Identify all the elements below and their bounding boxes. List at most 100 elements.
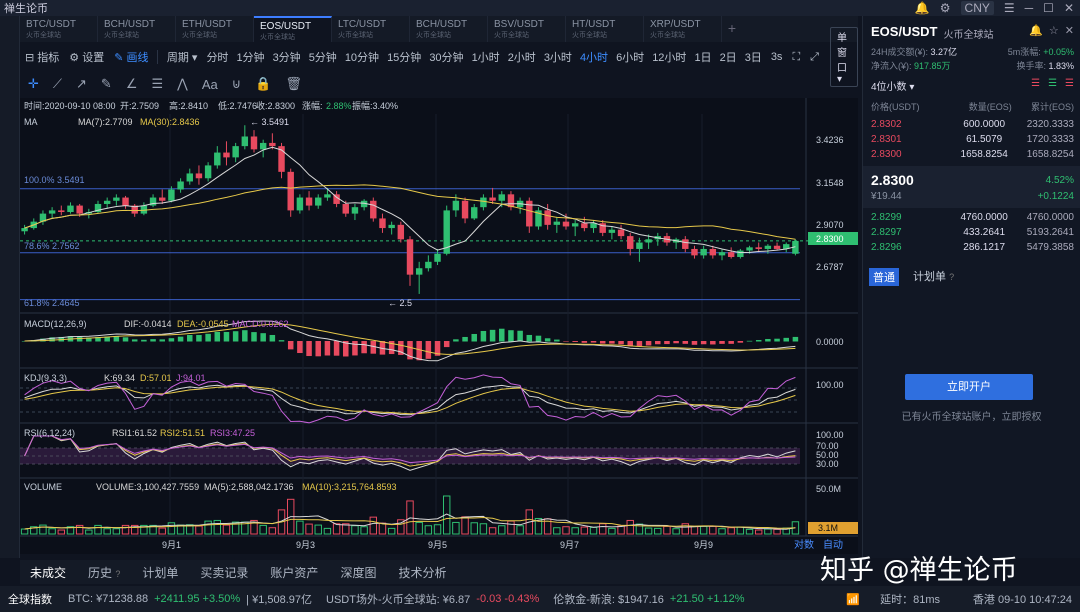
indicators-button[interactable]: ⊟ 指标 — [20, 49, 64, 65]
interval-0[interactable]: 分时 — [202, 49, 232, 65]
angle-tool-icon[interactable]: ∠ — [126, 76, 138, 92]
tab-bch-usdt[interactable]: BCH/USDT 火币全球站 — [98, 16, 176, 42]
macd-bar — [260, 333, 266, 342]
tab-assets[interactable]: 账户资产 — [270, 564, 318, 581]
tab-plan[interactable]: 计划单 — [142, 564, 178, 581]
tab-bch-usdt-2[interactable]: BCH/USDT 火币全球站 — [410, 16, 488, 42]
pattern-tool-icon[interactable]: ⋀ — [177, 76, 188, 92]
decimals-select[interactable]: 4位小数 ▾ — [871, 78, 914, 93]
tab-bsv-usdt[interactable]: BSV/USDT 火币全球站 — [488, 16, 566, 42]
interval-3[interactable]: 5分钟 — [305, 49, 341, 65]
book-row[interactable]: 2.8299 4760.0000 4760.0000 — [871, 212, 1074, 223]
interval-8[interactable]: 2小时 — [504, 49, 540, 65]
text-tool-icon[interactable]: Aa — [202, 77, 218, 92]
book-asks-icon[interactable]: ☰ — [1065, 78, 1074, 93]
book-row[interactable]: 2.8302 600.0000 2320.3333 — [871, 119, 1074, 130]
tab-btc-usdt[interactable]: BTC/USDT 火币全球站 — [20, 16, 98, 42]
fullscreen-icon[interactable]: ⛶ — [787, 51, 805, 64]
interval-2[interactable]: 3分钟 — [269, 49, 305, 65]
book-both-icon[interactable]: ☰ — [1031, 78, 1040, 93]
candle-body — [305, 197, 313, 206]
book-row[interactable]: 2.8296 286.1217 5479.3858 — [871, 242, 1074, 253]
trash-icon[interactable]: 🗑 — [285, 76, 302, 92]
book-bids-icon[interactable]: ☰ — [1048, 78, 1057, 93]
book-row[interactable]: 2.8300 1658.8254 1658.8254 — [871, 149, 1074, 160]
authorize-text[interactable]: 已有火币全球站账户，立即授权 — [863, 408, 1080, 423]
candle-body — [746, 247, 753, 251]
macd-bar — [783, 337, 789, 342]
interval-11[interactable]: 6小时 — [612, 49, 648, 65]
macd-dif: DIF:-0.0414 — [124, 319, 172, 329]
book-row[interactable]: 2.8301 61.5079 1720.3333 — [871, 134, 1074, 145]
candle-body — [498, 194, 505, 201]
magnet-icon[interactable]: ⊍ — [232, 76, 242, 92]
draw-button[interactable]: ✎ 画线 — [109, 49, 153, 65]
tab-analysis[interactable]: 技术分析 — [398, 564, 446, 581]
tab-xrp-usdt[interactable]: XRP/USDT 火币全球站 — [644, 16, 722, 42]
log-scale-toggle[interactable]: 对数 — [794, 538, 814, 551]
macd-bar — [214, 331, 221, 342]
expand-icon[interactable]: ⤢ — [805, 51, 824, 64]
tab-plan-order[interactable]: 计划单 ? — [913, 268, 954, 286]
close-icon[interactable]: ✕ — [1064, 1, 1074, 15]
interval-5[interactable]: 15分钟 — [383, 49, 425, 65]
star-icon[interactable]: ☆ — [1049, 24, 1059, 41]
tab-normal-order[interactable]: 普通 — [869, 268, 899, 286]
close-icon[interactable]: ✕ — [1065, 24, 1074, 41]
lock-icon[interactable]: 🔒 — [255, 76, 271, 92]
candle-body — [397, 224, 405, 240]
interval-9[interactable]: 3小时 — [540, 49, 576, 65]
add-tab-icon[interactable]: + — [722, 16, 742, 42]
ray-tool-icon[interactable]: ↗ — [76, 76, 87, 92]
minimize-icon[interactable]: ─ — [1025, 1, 1034, 15]
interval-1[interactable]: 1分钟 — [232, 49, 268, 65]
tab-eos-usdt[interactable]: EOS/USDT 火币全球站 — [254, 16, 332, 42]
tab-ltc-usdt[interactable]: LTC/USDT 火币全球站 — [332, 16, 410, 42]
pen-tool-icon[interactable]: ✎ — [101, 76, 112, 92]
macd-bar — [737, 341, 744, 343]
interval-12[interactable]: 12小时 — [648, 49, 690, 65]
speed-label[interactable]: 3s — [766, 51, 788, 63]
gold-price: 伦敦金-新浪: $1947.16 — [553, 594, 664, 606]
tab-eth-usdt[interactable]: ETH/USDT 火币全球站 — [176, 16, 254, 42]
tab-history[interactable]: 历史 ? — [88, 564, 120, 581]
menu-icon[interactable]: ☰ — [1004, 1, 1015, 15]
settings-button[interactable]: ⚙ 设置 — [64, 49, 109, 65]
tab-ht-usdt[interactable]: HT/USDT 火币全球站 — [566, 16, 644, 42]
currency-select[interactable]: CNY — [960, 1, 994, 15]
interval-15[interactable]: 3日 — [741, 49, 766, 65]
candle-body — [452, 200, 460, 211]
tab-open-orders[interactable]: 未成交 — [30, 564, 66, 581]
tab-trades[interactable]: 买卖记录 — [200, 564, 248, 581]
candle-body — [21, 228, 28, 232]
book-row[interactable]: 2.8297 433.2641 5193.2641 — [871, 227, 1074, 238]
ohlc-change: 2.88% — [326, 101, 352, 111]
interval-14[interactable]: 2日 — [716, 49, 741, 65]
fib-tool-icon[interactable]: ☰ — [151, 76, 163, 92]
bell-icon[interactable]: 🔔 — [1029, 24, 1043, 41]
interval-6[interactable]: 30分钟 — [425, 49, 467, 65]
settings-icon[interactable]: ⚙ — [940, 1, 951, 15]
col-price: 价格(USDT) — [871, 102, 920, 112]
line-tool-icon[interactable]: ⟋ — [53, 76, 62, 92]
interval-7[interactable]: 1小时 — [468, 49, 504, 65]
maximize-icon[interactable]: ☐ — [1043, 1, 1054, 15]
macd-bar — [774, 338, 780, 342]
latency: 延时：81ms — [880, 594, 940, 606]
bell-icon[interactable]: 🔔 — [915, 1, 930, 15]
interval-10[interactable]: 4小时 — [576, 49, 612, 65]
macd-bar — [710, 341, 716, 345]
volume-value: VOLUME:3,100,427.7559 — [96, 482, 199, 492]
interval-13[interactable]: 1日 — [690, 49, 715, 65]
macd-bar — [131, 339, 138, 342]
kline-chart[interactable]: 时间:2020-09-10 08:00 开:2.7509 高:2.8410 低:… — [20, 98, 858, 554]
period-button[interactable]: 周期 ▾ — [162, 49, 203, 65]
interval-4[interactable]: 10分钟 — [341, 49, 383, 65]
macd-title: MACD(12,26,9) — [24, 319, 87, 329]
book-qty: 433.2641 — [963, 227, 1006, 238]
crosshair-icon[interactable]: ✛ — [28, 76, 39, 92]
date-label-2: 9月3 — [296, 540, 315, 550]
ohlc-time: 时间:2020-09-10 08:00 — [24, 100, 116, 111]
tab-depth[interactable]: 深度图 — [340, 564, 376, 581]
open-account-button[interactable]: 立即开户 — [905, 374, 1033, 400]
